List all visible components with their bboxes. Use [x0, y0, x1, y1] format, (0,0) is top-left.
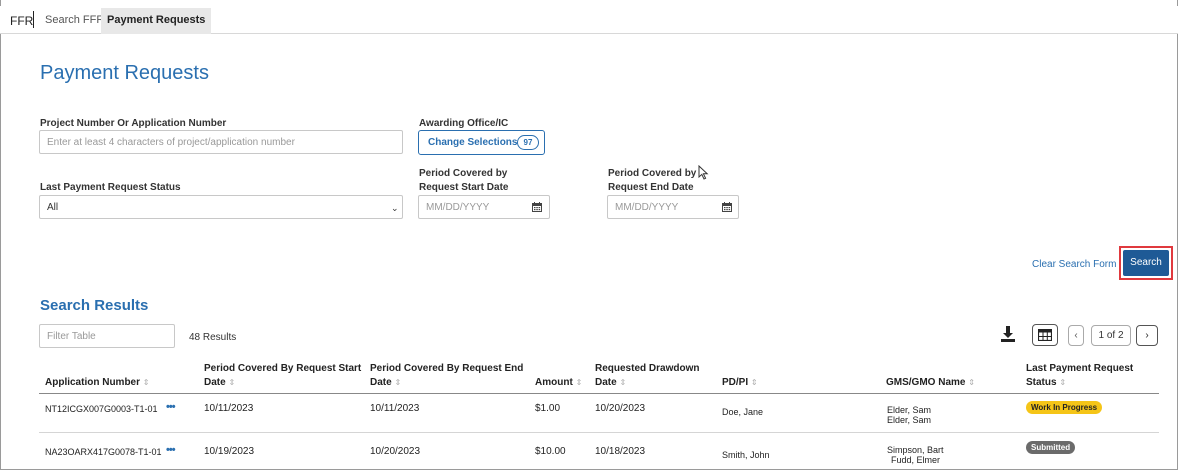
table-header-divider [39, 393, 1159, 394]
status-select-value: All [47, 202, 59, 213]
next-page-button[interactable]: › [1136, 325, 1158, 346]
cell-amount: $10.00 [535, 446, 566, 457]
project-number-label: Project Number Or Application Number [40, 118, 227, 129]
awarding-office-label: Awarding Office/IC [419, 118, 509, 129]
sort-icon: ⇕ [1059, 378, 1067, 387]
row-actions-icon[interactable]: ••• [166, 401, 176, 413]
clear-search-form-link[interactable]: Clear Search Form [1032, 259, 1116, 270]
start-date-label-line1: Period Covered by [419, 168, 508, 179]
sort-icon: ⇕ [228, 378, 236, 387]
top-nav: FFR Search FFR Payment Requests [0, 6, 1178, 34]
cell-pd-pi: Doe, Jane [722, 407, 764, 417]
column-header-status[interactable]: Last Payment Request Status ⇕ [1026, 362, 1133, 390]
project-number-input[interactable]: Enter at least 4 characters of project/a… [39, 130, 403, 154]
column-header-application-number[interactable]: Application Number ⇕ [45, 376, 150, 390]
cell-amount: $1.00 [535, 403, 561, 414]
column-header-end-date[interactable]: Period Covered By Request End Date ⇕ [370, 362, 523, 390]
status-badge: Work In Progress [1026, 401, 1103, 414]
column-header-start-date[interactable]: Period Covered By Request Start Date ⇕ [204, 362, 361, 390]
mouse-cursor-icon [698, 165, 709, 180]
selection-count-badge: 97 [517, 135, 539, 150]
cell-gmo-name: Elder, Sam [887, 415, 932, 425]
table-grid-icon [1038, 329, 1052, 341]
brand-label: FFR [10, 14, 34, 28]
cell-start-date: 10/11/2023 [204, 403, 254, 414]
calendar-icon[interactable] [722, 202, 732, 212]
page-indicator: 1 of 2 [1091, 325, 1131, 346]
cell-application-number: NT12ICGX007G0003-T1-01 [45, 404, 158, 414]
end-date-label-line1: Period Covered by [608, 168, 697, 179]
start-date-label-line2: Request Start Date [419, 182, 509, 193]
start-date-input[interactable]: MM/DD/YYYY [418, 195, 550, 219]
cell-application-number: NA23OARX417G0078-T1-01 [45, 447, 162, 457]
sort-icon: ⇕ [750, 378, 758, 387]
sort-icon: ⇕ [394, 378, 402, 387]
sort-icon: ⇕ [575, 378, 583, 387]
cell-drawdown-date: 10/20/2023 [595, 403, 646, 414]
sort-icon: ⇕ [619, 378, 627, 387]
cell-end-date: 10/11/2023 [370, 403, 420, 414]
change-selections-label: Change Selections [428, 137, 518, 148]
end-date-input[interactable]: MM/DD/YYYY [607, 195, 739, 219]
column-settings-button[interactable] [1032, 324, 1058, 346]
tab-search-ffr[interactable]: Search FFR [39, 8, 110, 32]
cell-start-date: 10/19/2023 [204, 446, 255, 457]
tab-payment-requests[interactable]: Payment Requests [101, 8, 212, 34]
column-header-requested-drawdown-date[interactable]: Requested Drawdown Date ⇕ [595, 362, 699, 390]
nav-divider [33, 11, 34, 28]
cell-end-date: 10/20/2023 [370, 446, 421, 457]
status-label: Last Payment Request Status [40, 182, 181, 193]
row-actions-icon[interactable]: ••• [166, 444, 176, 456]
column-header-gms-gmo-name[interactable]: GMS/GMO Name ⇕ [886, 376, 975, 390]
sort-icon: ⇕ [968, 378, 975, 387]
cell-drawdown-date: 10/18/2023 [595, 446, 646, 457]
calendar-icon[interactable] [532, 202, 542, 212]
row-divider [39, 432, 1159, 433]
sort-icon: ⇕ [142, 378, 150, 387]
page-title: Payment Requests [40, 62, 209, 84]
previous-page-button[interactable]: ‹ [1068, 325, 1084, 346]
change-selections-button[interactable]: Change Selections 97 [418, 130, 545, 155]
results-count: 48 Results [189, 332, 237, 343]
download-icon[interactable] [1000, 325, 1016, 343]
cell-pd-pi: Smith, John [722, 450, 770, 460]
end-date-label-line2: Request End Date [608, 182, 694, 193]
cell-gmo-name: Fudd, Elmer [891, 455, 941, 465]
search-button[interactable]: Search [1123, 250, 1169, 276]
status-select[interactable]: All [39, 195, 403, 219]
status-badge: Submitted [1026, 441, 1076, 454]
filter-table-input[interactable]: Filter Table [39, 324, 175, 348]
search-results-title: Search Results [40, 297, 149, 314]
column-header-amount[interactable]: Amount ⇕ [535, 376, 582, 390]
chevron-down-icon: ⌄ [391, 203, 399, 213]
column-header-pd-pi[interactable]: PD/PI ⇕ [722, 376, 758, 390]
